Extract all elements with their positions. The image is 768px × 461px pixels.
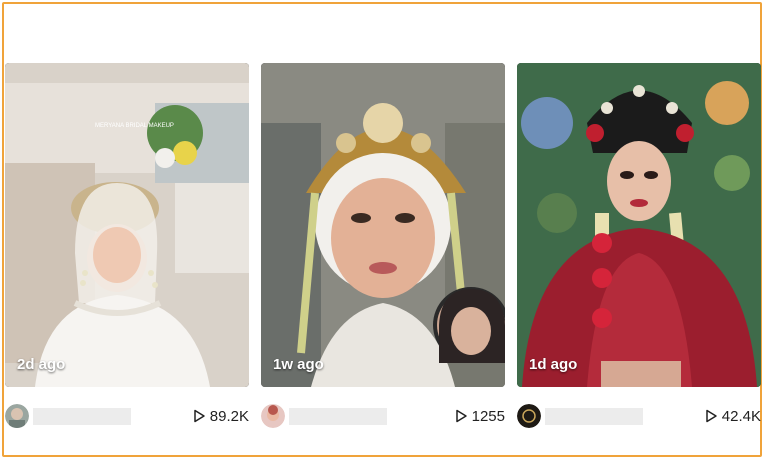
view-count-value: 42.4K xyxy=(721,407,761,425)
video-thumbnail[interactable]: 1d ago xyxy=(517,63,761,387)
bridal-photo-red-kebaya xyxy=(517,63,761,387)
video-thumbnail[interactable]: MERYANA BRIDAL MAKEUP 2d ago xyxy=(5,63,249,387)
post-age-label: 1w ago xyxy=(273,356,324,373)
video-grid: MERYANA BRIDAL MAKEUP 2d ago 89.2K 1w ag… xyxy=(5,63,761,435)
view-count-value: 1255 xyxy=(471,407,505,425)
avatar[interactable] xyxy=(5,404,29,428)
card-meta: 42.4K xyxy=(517,403,761,431)
view-count-value: 89.2K xyxy=(209,407,249,425)
post-age-label: 2d ago xyxy=(17,356,66,373)
view-count: 42.4K xyxy=(704,405,761,427)
video-card[interactable]: 1d ago 42.4K xyxy=(517,63,761,433)
card-meta: 89.2K xyxy=(5,403,249,431)
video-card[interactable]: MERYANA BRIDAL MAKEUP 2d ago 89.2K xyxy=(5,63,249,433)
bridal-photo-white-gown: MERYANA BRIDAL MAKEUP xyxy=(5,63,249,387)
author-name-redacted[interactable] xyxy=(33,408,131,425)
video-card[interactable]: 1w ago 1255 xyxy=(261,63,505,433)
bridal-photo-gold-crown xyxy=(261,63,505,387)
author-name-redacted[interactable] xyxy=(545,408,643,425)
card-meta: 1255 xyxy=(261,403,505,431)
overlay-text: MERYANA BRIDAL MAKEUP xyxy=(95,123,174,129)
play-icon xyxy=(194,409,205,423)
view-count: 1255 xyxy=(454,405,505,427)
video-thumbnail[interactable]: 1w ago xyxy=(261,63,505,387)
view-count: 89.2K xyxy=(192,405,249,427)
author-name-redacted[interactable] xyxy=(289,408,387,425)
avatar[interactable] xyxy=(517,404,541,428)
play-icon xyxy=(706,409,717,423)
post-age-label: 1d ago xyxy=(529,356,578,373)
avatar[interactable] xyxy=(261,404,285,428)
play-icon xyxy=(455,409,467,423)
